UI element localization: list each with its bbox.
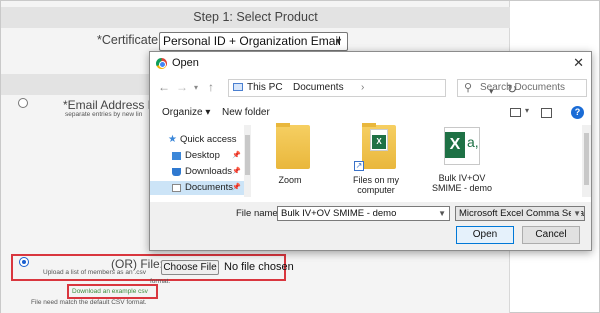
search-placeholder: Search Documents (480, 82, 566, 93)
nav-item-desktop[interactable]: Desktop 📌 (150, 149, 244, 163)
navigation-pane: ★ Quick access Desktop 📌 Downloads 📌 Doc… (150, 125, 244, 197)
download-icon (172, 168, 181, 176)
preview-pane-icon[interactable] (541, 108, 552, 118)
file-name: Zoom (278, 175, 302, 185)
pin-icon[interactable]: 📌 (232, 165, 241, 179)
email-list-radio[interactable] (18, 98, 28, 108)
step1-header: Step 1: Select Product (1, 7, 510, 28)
address-bar[interactable]: This PC › Documents › ▾ ↻ (228, 79, 517, 97)
folder-icon (276, 123, 310, 169)
certificate-label: *Certificate: (97, 33, 162, 47)
file-name: Bulk IV+OV SMIME - demo (431, 173, 492, 193)
file-type-select[interactable]: Microsoft Excel Comma Separa ▼ (455, 206, 585, 221)
download-example-link[interactable]: Download an example csv (72, 288, 148, 295)
search-icon: ⚲ (464, 82, 473, 94)
search-input[interactable]: ⚲ Search Documents (457, 79, 587, 97)
file-type-value: Microsoft Excel Comma Separa (459, 208, 585, 219)
up-arrow-icon[interactable]: ↑ (208, 80, 214, 94)
file-item-zoom[interactable]: Zoom (254, 123, 326, 197)
dialog-titlebar: Open ✕ (150, 52, 591, 75)
nav-item-label: Desktop (185, 150, 220, 161)
breadcrumb-documents[interactable]: Documents (293, 80, 344, 96)
nav-item-label: Quick access (180, 134, 237, 145)
forward-arrow-icon[interactable]: → (176, 80, 188, 94)
excel-icon: X (372, 135, 386, 149)
command-bar: Organize ▾ New folder ▾ ? (150, 103, 591, 123)
no-file-chosen-text: No file chosen (224, 261, 294, 273)
email-list-hint: separate entries by new lin (65, 111, 143, 118)
desktop-icon (172, 152, 181, 160)
open-button[interactable]: Open (456, 226, 514, 244)
file-name-value: Bulk IV+OV SMIME - demo (281, 208, 397, 219)
nav-item-label: Downloads (185, 166, 232, 177)
certificate-value: Personal ID + Organization Email (163, 34, 341, 48)
file-name-label: File name: (236, 208, 281, 219)
file-list: Zoom X ↗ Files on my computer X a, Bulk … (254, 123, 584, 197)
file-item-files-on-my-computer[interactable]: X ↗ Files on my computer (340, 123, 412, 197)
nav-item-downloads[interactable]: Downloads 📌 (150, 165, 244, 179)
chevron-down-icon: ▼ (571, 207, 581, 220)
file-upload-hint: Upload a list of members as an .csv (43, 269, 146, 276)
pin-icon[interactable]: 📌 (232, 181, 241, 195)
this-pc-icon (233, 83, 243, 91)
navigation-bar: ← → ▾ ↑ This PC › Documents › ▾ ↻ ⚲ Sear… (150, 77, 591, 99)
file-list-scrollbar[interactable] (582, 125, 591, 197)
scrollbar-thumb[interactable] (245, 135, 250, 175)
view-options-dropdown-icon[interactable]: ▾ (525, 106, 529, 115)
nav-item-label: Documents (185, 182, 234, 193)
recent-locations-icon[interactable]: ▾ (194, 83, 198, 92)
back-arrow-icon[interactable]: ← (158, 80, 170, 94)
file-item-bulk-demo[interactable]: X a, Bulk IV+OV SMIME - demo (426, 125, 498, 197)
file-name: Files on my computer (352, 175, 399, 195)
dialog-footer: File name: Bulk IV+OV SMIME - demo ▼ Mic… (150, 202, 591, 250)
shortcut-arrow-icon: ↗ (354, 161, 364, 171)
change-view-icon[interactable] (510, 108, 521, 117)
breadcrumb-this-pc[interactable]: This PC (247, 80, 283, 96)
organize-menu[interactable]: Organize ▾ (162, 107, 210, 118)
folder-shortcut-icon: X (362, 123, 396, 169)
dialog-title: Open (172, 57, 199, 69)
chevron-down-icon[interactable]: ▼ (438, 207, 446, 220)
breadcrumb-separator-icon: › (269, 82, 273, 93)
pin-icon[interactable]: 📌 (232, 149, 241, 163)
choose-file-button[interactable]: Choose File (161, 260, 219, 275)
cancel-button[interactable]: Cancel (522, 226, 580, 244)
breadcrumb-separator-icon: › (361, 82, 365, 93)
certificate-select[interactable]: Personal ID + Organization Email ▼ (159, 32, 348, 51)
close-icon[interactable]: ✕ (573, 55, 584, 71)
help-icon[interactable]: ? (571, 106, 584, 119)
file-upload-radio[interactable] (19, 257, 29, 267)
nav-item-documents[interactable]: Documents 📌 (150, 181, 244, 195)
open-file-dialog: Open ✕ ← → ▾ ↑ This PC › Documents › ▾ ↻… (149, 51, 592, 251)
file-name-field[interactable]: Bulk IV+OV SMIME - demo ▼ (277, 206, 450, 221)
chevron-down-icon: ▼ (334, 36, 343, 46)
csv-format-note: File need match the default CSV format. (31, 299, 147, 306)
chrome-icon (156, 58, 167, 69)
nav-pane-scrollbar[interactable] (244, 125, 251, 197)
scrollbar-thumb[interactable] (584, 133, 589, 185)
nav-item-quick-access[interactable]: ★ Quick access (150, 133, 244, 147)
excel-icon: X a, (444, 127, 480, 165)
star-icon: ★ (168, 134, 177, 145)
documents-icon (172, 184, 181, 192)
new-folder-button[interactable]: New folder (222, 107, 270, 118)
